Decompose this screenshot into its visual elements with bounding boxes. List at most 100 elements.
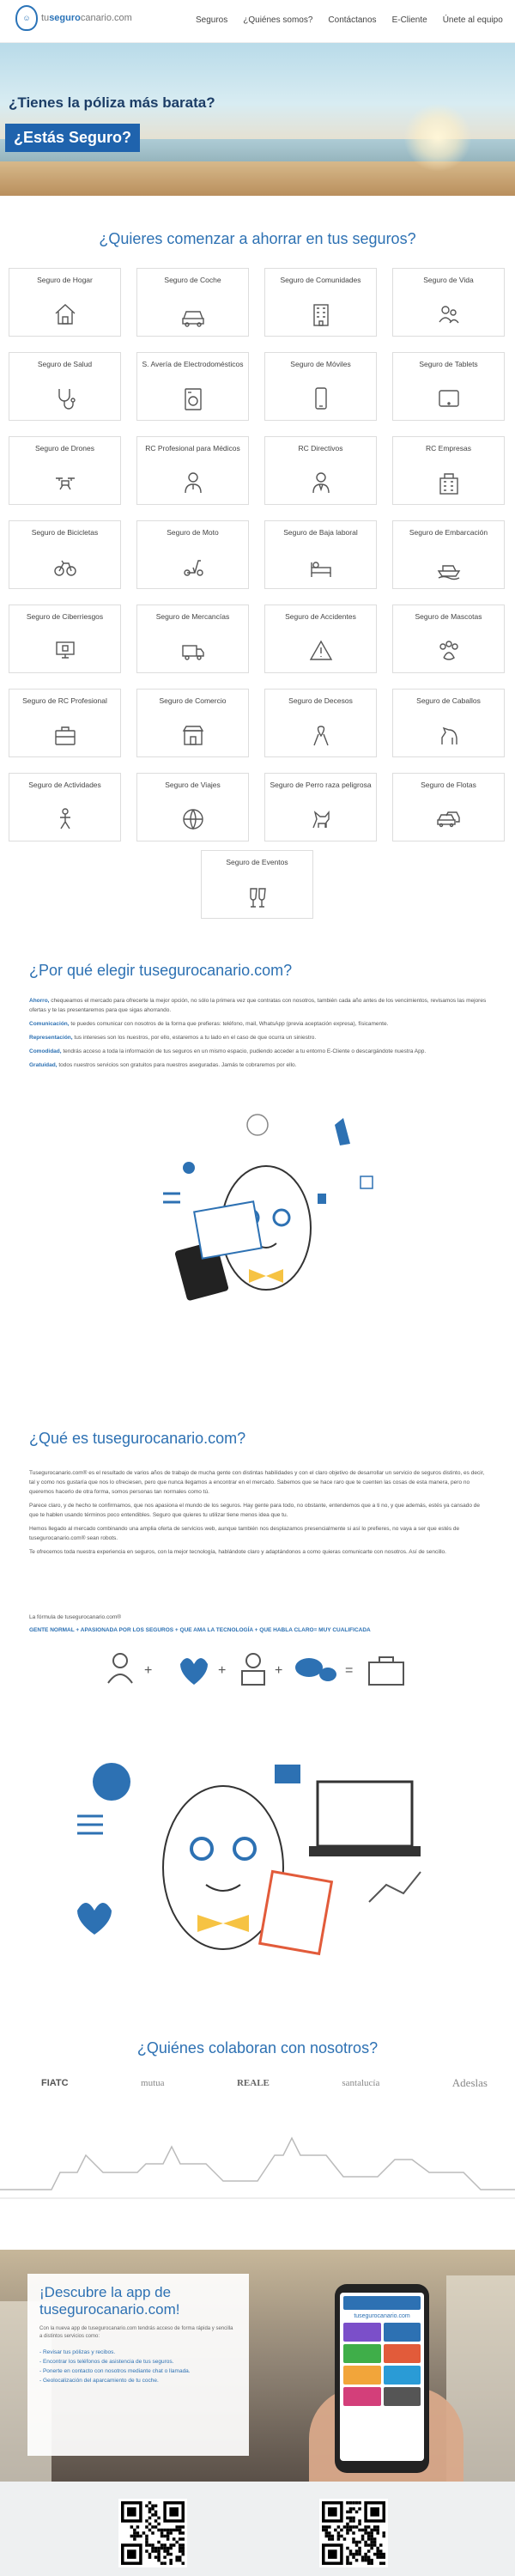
insurance-card[interactable]: Seguro de Drones xyxy=(9,436,121,505)
qr-code-ios[interactable] xyxy=(118,2499,187,2567)
house-icon xyxy=(55,304,75,325)
insurance-card-label: Seguro de Coche xyxy=(164,276,221,284)
speech-bubbles-icon xyxy=(295,1658,336,1681)
paw-icon xyxy=(439,641,458,660)
logo-text: tusegurocanario.com xyxy=(41,13,132,23)
bicycle-icon xyxy=(53,560,76,576)
insurance-card[interactable]: Seguro de Vida xyxy=(392,268,505,337)
svg-text:+: + xyxy=(218,1663,226,1678)
insurance-card-label: Seguro de Accidentes xyxy=(285,612,356,621)
insurance-card[interactable]: Seguro de Móviles xyxy=(264,352,377,421)
logo-badge-icon: ☺ xyxy=(15,5,38,31)
why-lead: Gratuidad, xyxy=(29,1062,58,1068)
shop-icon xyxy=(182,726,203,745)
briefcase-icon xyxy=(54,726,76,745)
egg-mascot-illustration xyxy=(163,1114,373,1301)
company-icon xyxy=(439,473,458,495)
header: ☺ tusegurocanario.com Seguros ¿Quiénes s… xyxy=(0,0,515,43)
insurance-card[interactable]: Seguro de Mercancías xyxy=(136,605,249,673)
globe-icon xyxy=(93,1763,130,1801)
why-text: te puedes comunicar con nosotros de la f… xyxy=(69,1021,389,1027)
insurance-card[interactable]: Seguro de Flotas xyxy=(392,773,505,841)
bars-icon xyxy=(77,1814,103,1835)
insurance-card-label: Seguro de Eventos xyxy=(226,858,288,866)
formula-icons: + + + = xyxy=(107,1653,404,1686)
formula-intro: La fórmula de tusegurocanario.com® xyxy=(29,1614,122,1620)
nav-contactanos[interactable]: Contáctanos xyxy=(328,15,376,25)
insurance-card[interactable]: Seguro de Comercio xyxy=(136,689,249,757)
app-feature: - Encontrar los teléfonos de asistencia … xyxy=(39,2359,174,2365)
logo[interactable]: ☺ tusegurocanario.com xyxy=(15,5,132,31)
insurance-section-title: ¿Quieres comenzar a ahorrar en tus segur… xyxy=(99,230,416,247)
insurance-card[interactable]: S. Avería de Electrodomésticos xyxy=(136,352,249,421)
nav-e-cliente[interactable]: E-Cliente xyxy=(392,15,427,25)
nav-unete[interactable]: Únete al equipo xyxy=(443,15,503,25)
why-text: chequeamos el mercado para ofrecerte la … xyxy=(29,998,487,1013)
insurance-card[interactable]: Seguro de Caballos xyxy=(392,689,505,757)
insurance-card[interactable]: Seguro de Viajes xyxy=(136,773,249,841)
what-paragraph: Tusegurocanario.com® es el resultado de … xyxy=(29,1470,485,1495)
hero-cta-button[interactable]: ¿Estás Seguro? xyxy=(5,124,141,152)
partner-logo-reale[interactable]: REALE xyxy=(237,2078,270,2088)
why-text: tendrás acceso a toda la información de … xyxy=(61,1048,427,1054)
insurance-card-label: Seguro de Comercio xyxy=(159,696,227,705)
app-feature: - Revisar tus pólizas y recibos. xyxy=(39,2349,116,2355)
insurance-card[interactable]: Seguro de Eventos xyxy=(201,850,313,919)
why-lead: Representación, xyxy=(29,1035,73,1041)
tablet-icon xyxy=(438,390,459,407)
svg-text:+: + xyxy=(144,1663,152,1678)
partner-logo-mutua[interactable]: mutua xyxy=(141,2078,165,2088)
ribbon-icon xyxy=(312,726,329,746)
insurance-card[interactable]: RC Profesional para Médicos xyxy=(136,436,249,505)
insurance-card[interactable]: Seguro de Decesos xyxy=(264,689,377,757)
partner-logo-santalucia[interactable]: santalucía xyxy=(342,2078,379,2088)
insurance-card[interactable]: Seguro de Actividades xyxy=(9,773,121,841)
globe-icon xyxy=(182,809,203,830)
insurance-card[interactable]: Seguro de Mascotas xyxy=(392,605,505,673)
app-feature: - Ponerte en contacto con nosotros media… xyxy=(39,2368,191,2374)
laptop-icon xyxy=(316,1780,414,1848)
insurance-card[interactable]: Seguro de Moto xyxy=(136,520,249,589)
horse-icon xyxy=(440,726,457,744)
insurance-card[interactable]: Seguro de Bicicletas xyxy=(9,520,121,589)
formula-text: GENTE NORMAL + APASIONADA POR LOS SEGURO… xyxy=(29,1627,371,1633)
heart-icon xyxy=(77,1903,112,1935)
insurance-card[interactable]: Seguro de Embarcación xyxy=(392,520,505,589)
insurance-card-label: Seguro de Mascotas xyxy=(415,612,482,621)
insurance-card[interactable]: Seguro de Coche xyxy=(136,268,249,337)
insurance-card-label: Seguro de Bicicletas xyxy=(31,528,99,537)
insurance-card-label: Seguro de Caballos xyxy=(416,696,481,705)
insurance-card[interactable]: RC Directivos xyxy=(264,436,377,505)
svg-text:=: = xyxy=(345,1663,353,1678)
car-icon xyxy=(181,311,204,327)
insurance-card[interactable]: Seguro de Baja laboral xyxy=(264,520,377,589)
main-nav: Seguros ¿Quiénes somos? Contáctanos E-Cl… xyxy=(196,15,503,25)
why-paragraph: Comodidad, tendrás acceso a toda la info… xyxy=(29,1047,489,1056)
insurance-card[interactable]: Seguro de Accidentes xyxy=(264,605,377,673)
toast-icon xyxy=(249,888,266,908)
insurance-card[interactable]: Seguro de RC Profesional xyxy=(9,689,121,757)
phone-screen: tusegurocanario.com xyxy=(340,2293,424,2461)
qr-code-android[interactable] xyxy=(319,2499,388,2567)
partner-logo-fiatc[interactable]: FIATC xyxy=(41,2078,69,2088)
app-card: ¡Descubre la app de tusegurocanario.com!… xyxy=(27,2274,249,2456)
user-tech-icon xyxy=(241,1653,265,1686)
insurance-card[interactable]: Seguro de Tablets xyxy=(392,352,505,421)
chat-icon xyxy=(183,1162,195,1174)
why-paragraph: Gratuidad, todos nuestros servicios son … xyxy=(29,1060,489,1070)
insurance-card[interactable]: Seguro de Ciberriesgos xyxy=(9,605,121,673)
why-lead: Comodidad, xyxy=(29,1048,62,1054)
nav-seguros[interactable]: Seguros xyxy=(196,15,227,25)
partners-title: ¿Quiénes colaboran con nosotros? xyxy=(136,2039,379,2057)
insurance-card-label: Seguro de Vida xyxy=(423,276,474,284)
nav-quienes-somos[interactable]: ¿Quiénes somos? xyxy=(243,15,312,25)
insurance-card[interactable]: RC Empresas xyxy=(392,436,505,505)
warning-icon xyxy=(309,640,332,660)
insurance-card[interactable]: Seguro de Perro raza peligrosa xyxy=(264,773,377,841)
insurance-card[interactable]: Seguro de Salud xyxy=(9,352,121,421)
partner-logo-adeslas[interactable]: Adeslas xyxy=(452,2076,488,2090)
insurance-grid: Seguro de Hogar Seguro de Coche Seguro de … xyxy=(9,268,506,841)
briefcase-icon xyxy=(368,1656,404,1686)
insurance-card[interactable]: Seguro de Hogar xyxy=(9,268,121,337)
insurance-card[interactable]: Seguro de Comunidades xyxy=(264,268,377,337)
